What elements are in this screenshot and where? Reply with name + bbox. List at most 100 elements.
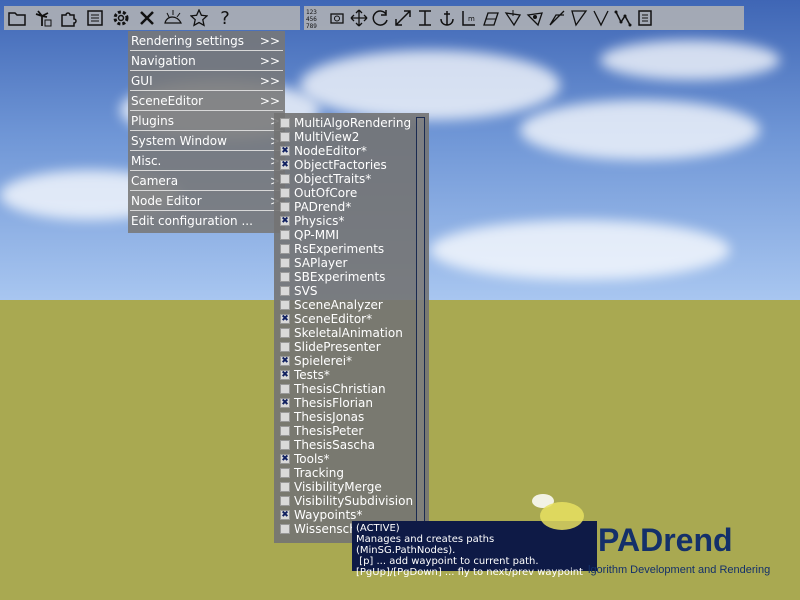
triangle-icon[interactable]: [568, 7, 590, 29]
plugin-item[interactable]: MultiAlgoRendering: [274, 116, 414, 130]
plugin-item[interactable]: ✖ Spielerei*: [274, 354, 414, 368]
checkbox-unchecked[interactable]: [280, 174, 290, 184]
checkbox-unchecked[interactable]: [280, 426, 290, 436]
checkbox-unchecked[interactable]: [280, 496, 290, 506]
plugin-item[interactable]: ✖ Waypoints*: [274, 508, 414, 522]
plugin-item[interactable]: ThesisJonas: [274, 410, 414, 424]
plugin-item[interactable]: ObjectTraits*: [274, 172, 414, 186]
menu-item-navigation[interactable]: Navigation >>: [128, 51, 285, 71]
plugin-item[interactable]: ThesisSascha: [274, 438, 414, 452]
checkbox-unchecked[interactable]: [280, 258, 290, 268]
plugin-item[interactable]: ✖ Physics*: [274, 214, 414, 228]
checkbox-checked[interactable]: ✖: [280, 370, 290, 380]
checkbox-unchecked[interactable]: [280, 328, 290, 338]
plugin-item[interactable]: SVS: [274, 284, 414, 298]
plugin-item[interactable]: ✖ Tests*: [274, 368, 414, 382]
numpad-icon[interactable]: 123 456 789: [304, 7, 326, 29]
puzzle-icon[interactable]: [56, 7, 82, 29]
checkbox-unchecked[interactable]: [280, 118, 290, 128]
plugin-item[interactable]: ThesisPeter: [274, 424, 414, 438]
checkbox-unchecked[interactable]: [280, 286, 290, 296]
plugin-item[interactable]: VisibilitySubdivision: [274, 494, 414, 508]
plugin-item[interactable]: SlidePresenter: [274, 340, 414, 354]
checkbox-unchecked[interactable]: [280, 132, 290, 142]
pan-icon[interactable]: [524, 7, 546, 29]
checkbox-checked[interactable]: ✖: [280, 510, 290, 520]
plugin-item[interactable]: MultiView2: [274, 130, 414, 144]
menu-item-misc[interactable]: Misc.>: [128, 151, 285, 171]
checkbox-unchecked[interactable]: [280, 188, 290, 198]
tools-icon[interactable]: [134, 7, 160, 29]
plugin-item[interactable]: Tracking: [274, 466, 414, 480]
checkbox-unchecked[interactable]: [280, 440, 290, 450]
folder-icon[interactable]: [4, 7, 30, 29]
checkbox-checked[interactable]: ✖: [280, 314, 290, 324]
checkbox-unchecked[interactable]: [280, 272, 290, 282]
plugin-item[interactable]: VisibilityMerge: [274, 480, 414, 494]
checkbox-unchecked[interactable]: [280, 342, 290, 352]
hedgehog-icon[interactable]: [160, 7, 186, 29]
plugin-label: ObjectTraits*: [294, 172, 372, 186]
menu-item-camera[interactable]: Camera>: [128, 171, 285, 191]
submenu-arrow: >>: [259, 54, 280, 68]
plugin-item[interactable]: PADrend*: [274, 200, 414, 214]
checkbox-unchecked[interactable]: [280, 524, 290, 534]
menu-item-plugins[interactable]: Plugins>: [128, 111, 285, 131]
rotate-icon[interactable]: [370, 7, 392, 29]
anchor-icon[interactable]: [436, 7, 458, 29]
checkbox-checked[interactable]: ✖: [280, 160, 290, 170]
checkbox-checked[interactable]: ✖: [280, 454, 290, 464]
checkbox-checked[interactable]: ✖: [280, 146, 290, 156]
plugin-item[interactable]: SceneAnalyzer: [274, 298, 414, 312]
plugin-item[interactable]: ThesisChristian: [274, 382, 414, 396]
plugin-label: Physics*: [294, 214, 345, 228]
checkbox-unchecked[interactable]: [280, 202, 290, 212]
menu-item-system-window[interactable]: System Window>: [128, 131, 285, 151]
path-icon[interactable]: [546, 7, 568, 29]
plugin-item[interactable]: SkeletalAnimation: [274, 326, 414, 340]
camera-rotate-icon[interactable]: [326, 7, 348, 29]
palm-icon[interactable]: [30, 7, 56, 29]
waypoints-icon[interactable]: [612, 7, 634, 29]
checkbox-unchecked[interactable]: [280, 300, 290, 310]
plugins-scrollbar[interactable]: [416, 117, 425, 537]
plugin-item[interactable]: OutOfCore: [274, 186, 414, 200]
checkbox-checked[interactable]: ✖: [280, 398, 290, 408]
plugin-item[interactable]: SAPlayer: [274, 256, 414, 270]
plugin-item[interactable]: ✖ NodeEditor*: [274, 144, 414, 158]
checkbox-unchecked[interactable]: [280, 384, 290, 394]
measure-icon[interactable]: m: [458, 7, 480, 29]
menu-item-edit-configuration[interactable]: Edit configuration ...: [128, 211, 285, 231]
align-top-icon[interactable]: [414, 7, 436, 29]
star-icon[interactable]: [186, 7, 212, 29]
checkbox-unchecked[interactable]: [280, 230, 290, 240]
checkbox-unchecked[interactable]: [280, 412, 290, 422]
scale-icon[interactable]: [392, 7, 414, 29]
checkbox-checked[interactable]: ✖: [280, 216, 290, 226]
checkbox-unchecked[interactable]: [280, 244, 290, 254]
plane-icon[interactable]: [480, 7, 502, 29]
menu-item-rendering-settings[interactable]: Rendering settings >>: [128, 31, 285, 51]
menu-item-node-editor[interactable]: Node Editor>: [128, 191, 285, 211]
document-icon[interactable]: [82, 7, 108, 29]
svg-text:456: 456: [306, 16, 317, 23]
question-icon[interactable]: ?: [212, 7, 238, 29]
checkbox-checked[interactable]: ✖: [280, 356, 290, 366]
plugin-item[interactable]: SBExperiments: [274, 270, 414, 284]
plugin-item[interactable]: QP-MMI: [274, 228, 414, 242]
plugin-item[interactable]: ✖ Tools*: [274, 452, 414, 466]
plugin-item[interactable]: ✖ ThesisFlorian: [274, 396, 414, 410]
checkbox-unchecked[interactable]: [280, 468, 290, 478]
checkbox-unchecked[interactable]: [280, 482, 290, 492]
move-icon[interactable]: [348, 7, 370, 29]
menu-item-gui[interactable]: GUI >>: [128, 71, 285, 91]
clipboard-icon[interactable]: [634, 7, 656, 29]
transform-icon[interactable]: [502, 7, 524, 29]
plugin-item[interactable]: ✖ SceneEditor*: [274, 312, 414, 326]
plugin-label: NodeEditor*: [294, 144, 367, 158]
plugin-item[interactable]: RsExperiments: [274, 242, 414, 256]
menu-item-scene-editor[interactable]: SceneEditor >>: [128, 91, 285, 111]
angle-icon[interactable]: [590, 7, 612, 29]
plugin-item[interactable]: ✖ ObjectFactories: [274, 158, 414, 172]
gear-icon[interactable]: [108, 7, 134, 29]
